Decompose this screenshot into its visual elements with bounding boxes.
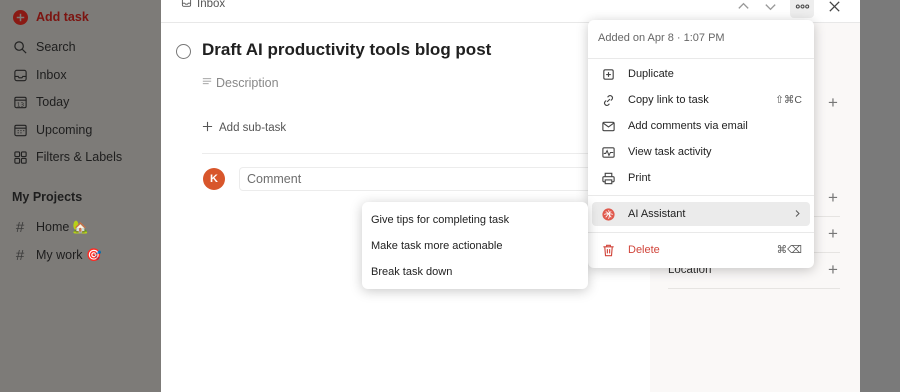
menu-item-delete[interactable]: Delete ⌘⌫	[592, 238, 810, 262]
menu-item-duplicate[interactable]: Duplicate	[592, 62, 810, 86]
hash-icon: #	[15, 218, 25, 236]
more-dots-icon	[795, 3, 809, 9]
submenu-item-break-down[interactable]: Break task down	[371, 262, 452, 282]
more-actions-menu: Added on Apr 8 · 1:07 PM Duplicate Copy …	[588, 20, 814, 268]
sidebar-item-filters[interactable]: Filters & Labels	[12, 145, 122, 169]
overlay-right	[860, 0, 900, 392]
add-task-label: Add task	[36, 10, 89, 24]
menu-item-label: Add comments via email	[628, 120, 748, 132]
avatar: K	[203, 168, 225, 190]
sidebar-item-today[interactable]: 13 Today	[12, 90, 69, 114]
add-task-button[interactable]: Add task	[12, 5, 89, 29]
added-on-text: Added on Apr 8 · 1:07 PM	[598, 32, 725, 44]
menu-item-ai-assistant[interactable]: AI Assistant	[592, 202, 810, 226]
menu-item-print[interactable]: Print	[592, 166, 810, 190]
close-icon	[828, 0, 840, 12]
menu-divider	[588, 232, 814, 233]
menu-item-label: Copy link to task	[628, 94, 709, 106]
comment-placeholder: Comment	[247, 172, 302, 186]
inbox-icon	[12, 67, 28, 83]
sidebar-item-upcoming[interactable]: Upcoming	[12, 118, 92, 142]
previous-task-button[interactable]	[731, 0, 755, 18]
activity-icon	[598, 145, 618, 160]
trash-icon	[598, 243, 618, 258]
sidebar-project-my-work[interactable]: # My work 🎯	[12, 243, 102, 267]
shortcut-hint: ⇧⌘C	[775, 94, 802, 106]
chevron-down-icon	[764, 3, 776, 10]
svg-text:13: 13	[16, 102, 24, 108]
menu-item-activity[interactable]: View task activity	[592, 140, 810, 164]
chevron-up-icon	[737, 2, 749, 9]
chevron-right-icon	[793, 207, 802, 221]
plus-icon[interactable]: +	[826, 93, 840, 113]
description-field[interactable]: Description	[202, 76, 279, 90]
menu-item-label: Delete	[628, 244, 660, 256]
sidebar-project-home[interactable]: # Home 🏡	[12, 215, 89, 239]
calendar-upcoming-icon	[12, 122, 28, 138]
menu-item-label: Duplicate	[628, 68, 674, 80]
sidebar-item-label: Upcoming	[36, 123, 93, 137]
project-label: My work 🎯	[36, 247, 102, 262]
inbox-icon	[181, 0, 192, 11]
menu-item-label: AI Assistant	[628, 208, 686, 220]
calendar-today-icon: 13	[12, 94, 28, 110]
search-icon	[12, 39, 28, 55]
close-button[interactable]	[822, 0, 846, 18]
project-label: Home 🏡	[36, 219, 89, 234]
menu-item-email-comments[interactable]: Add comments via email	[592, 114, 810, 138]
duplicate-icon	[598, 67, 618, 82]
sidebar: Add task Search Inbox 13 Today Upcoming …	[0, 0, 161, 392]
sidebar-item-label: Inbox	[36, 68, 67, 82]
add-subtask-label: Add sub-task	[219, 122, 287, 134]
submenu-item-actionable[interactable]: Make task more actionable	[371, 236, 502, 256]
next-task-button[interactable]	[758, 0, 782, 18]
ai-assistant-icon	[598, 207, 618, 222]
plus-icon[interactable]: +	[826, 260, 840, 280]
breadcrumb[interactable]: Inbox	[181, 0, 225, 11]
plus-icon	[202, 121, 213, 135]
sidebar-item-label: Filters & Labels	[36, 150, 123, 164]
task-title[interactable]: Draft AI productivity tools blog post	[202, 40, 491, 60]
print-icon	[598, 171, 618, 186]
divider	[202, 153, 647, 154]
filters-icon	[12, 149, 28, 165]
projects-heading[interactable]: My Projects	[12, 190, 82, 204]
sidebar-item-search[interactable]: Search	[12, 35, 76, 59]
sidebar-item-inbox[interactable]: Inbox	[12, 63, 67, 87]
comment-input[interactable]: Comment	[239, 167, 647, 191]
breadcrumb-label: Inbox	[197, 0, 226, 10]
menu-item-copy-link[interactable]: Copy link to task ⇧⌘C	[592, 88, 810, 112]
description-placeholder: Description	[216, 76, 279, 90]
plus-icon[interactable]: +	[826, 188, 840, 208]
email-icon	[598, 119, 618, 134]
description-icon	[202, 76, 212, 90]
menu-divider	[588, 195, 814, 196]
add-subtask-button[interactable]: Add sub-task	[202, 121, 286, 135]
submenu-item-tips[interactable]: Give tips for completing task	[371, 210, 509, 230]
plus-icon[interactable]: +	[826, 224, 840, 244]
ai-assistant-submenu: Give tips for completing task Make task …	[362, 202, 588, 289]
sidebar-item-label: Today	[36, 95, 70, 109]
menu-item-label: Print	[628, 172, 651, 184]
menu-divider	[588, 58, 814, 59]
hash-icon: #	[15, 246, 25, 264]
sidebar-item-label: Search	[36, 40, 76, 54]
more-actions-button[interactable]	[790, 0, 814, 18]
shortcut-hint: ⌘⌫	[776, 244, 802, 256]
complete-task-checkbox[interactable]	[176, 44, 191, 59]
link-icon	[598, 93, 618, 108]
menu-item-label: View task activity	[628, 146, 712, 158]
plus-circle-icon	[12, 9, 28, 25]
